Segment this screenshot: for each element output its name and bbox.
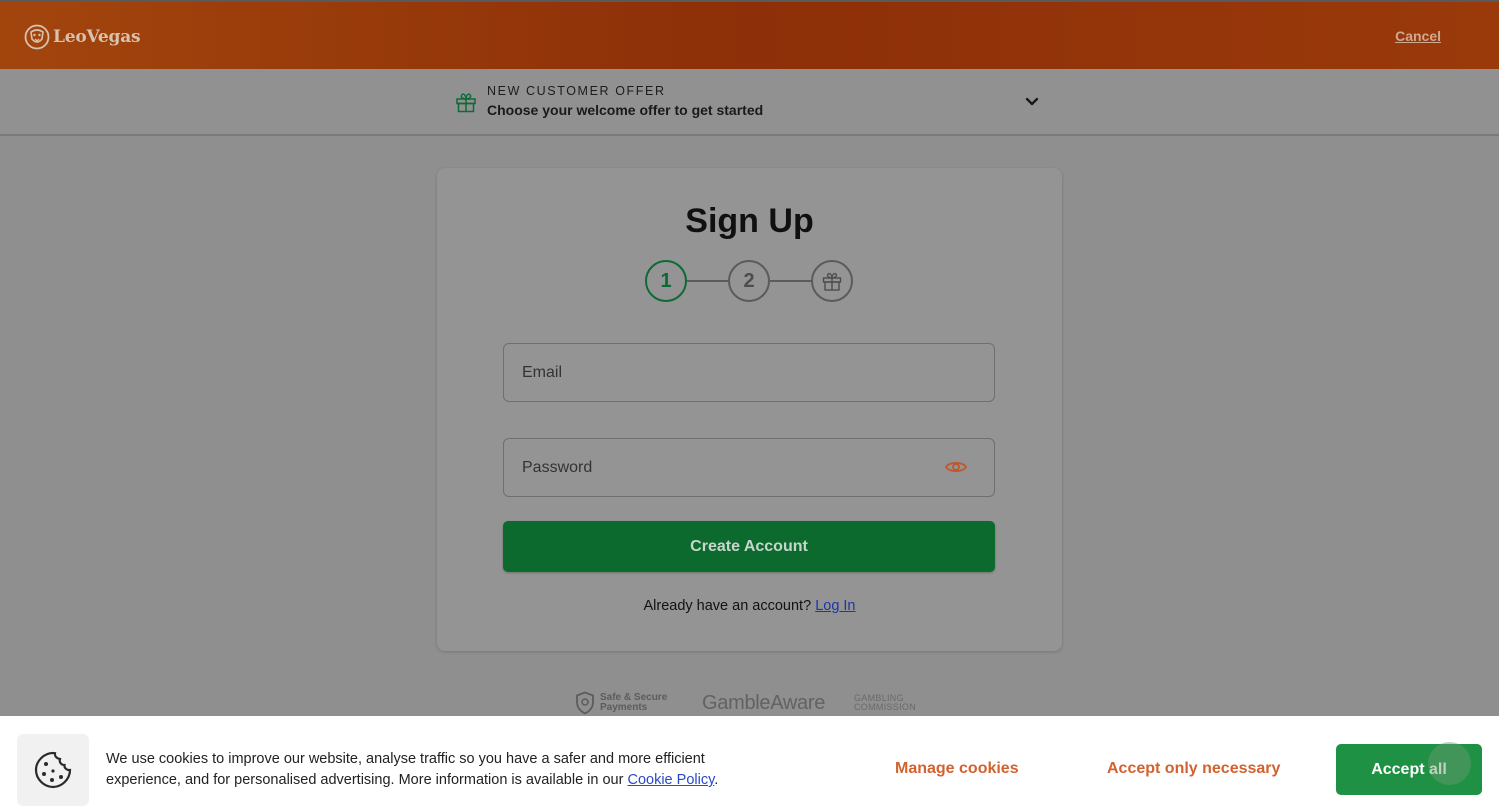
- gambling-commission-logo[interactable]: GAMBLING COMMISSION: [854, 690, 916, 716]
- progress-stepper: 1 2: [645, 260, 855, 304]
- leovegas-logo[interactable]: LeoVegas: [24, 23, 141, 51]
- cookie-policy-link[interactable]: Cookie Policy: [627, 772, 714, 788]
- gift-icon: [456, 93, 476, 113]
- offer-title: Choose your welcome offer to get started: [487, 102, 764, 118]
- login-prompt-text: Already have an account?: [643, 598, 812, 614]
- offer-bar[interactable]: NEW CUSTOMER OFFER Choose your welcome o…: [0, 69, 1499, 136]
- gambleaware-logo[interactable]: GambleAware: [702, 690, 825, 716]
- cursor-indicator: [1428, 742, 1471, 785]
- top-header: LeoVegas Cancel: [0, 0, 1499, 69]
- cookie-text-line2-wrap: experience, and for personalised adverti…: [106, 770, 806, 791]
- create-account-button[interactable]: Create Account: [503, 521, 995, 572]
- gc-line2: COMMISSION: [854, 702, 917, 712]
- eye-icon[interactable]: [944, 458, 968, 476]
- signup-card: Sign Up 1 2 Create Account Already have …: [437, 168, 1062, 651]
- cookie-icon: [34, 751, 72, 789]
- cookie-message: We use cookies to improve our website, a…: [106, 749, 806, 791]
- logo-text: LeoVegas: [53, 27, 141, 47]
- step-1-indicator: 1: [645, 260, 687, 302]
- shield-icon: [576, 691, 594, 715]
- lion-head-icon: [24, 24, 50, 50]
- email-field[interactable]: [503, 343, 995, 402]
- cancel-link[interactable]: Cancel: [1395, 28, 1441, 44]
- offer-kicker: NEW CUSTOMER OFFER: [487, 84, 666, 98]
- manage-cookies-button[interactable]: Manage cookies: [895, 760, 1019, 778]
- password-input[interactable]: [504, 439, 994, 496]
- step-connector: [687, 280, 728, 282]
- accept-necessary-button[interactable]: Accept only necessary: [1107, 760, 1280, 778]
- page-title: Sign Up: [685, 202, 814, 240]
- step-connector: [770, 280, 811, 282]
- cookie-text-line1: We use cookies to improve our website, a…: [106, 751, 705, 767]
- safe-payments-badge: Safe & Secure Payments: [575, 690, 667, 716]
- password-field[interactable]: [503, 438, 995, 497]
- step-3-indicator: [811, 260, 853, 302]
- login-link[interactable]: Log In: [815, 598, 855, 614]
- cookie-banner: We use cookies to improve our website, a…: [0, 716, 1499, 812]
- email-input[interactable]: [504, 344, 994, 401]
- cookie-icon-box: [17, 734, 89, 806]
- cookie-text-line2: experience, and for personalised adverti…: [106, 772, 624, 788]
- step-2-indicator: 2: [728, 260, 770, 302]
- login-prompt-row: Already have an account? Log In: [437, 598, 1062, 614]
- gift-icon: [822, 272, 842, 291]
- chevron-down-icon[interactable]: [1024, 95, 1040, 109]
- safe-payments-text: Safe & Secure Payments: [600, 693, 667, 713]
- cookie-text-end: .: [714, 772, 719, 788]
- safe-payments-line2: Payments: [600, 702, 648, 713]
